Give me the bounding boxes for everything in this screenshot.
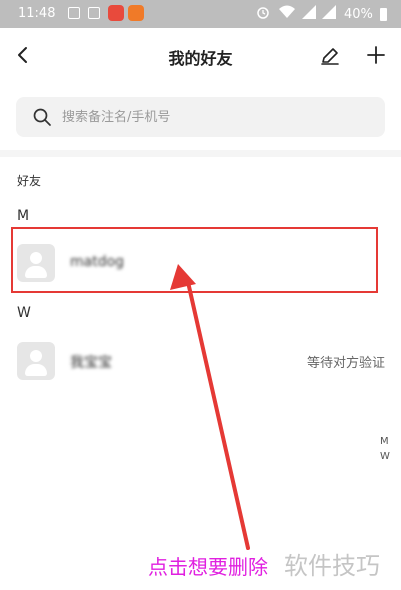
watermark: 软件技巧 [284,552,380,580]
annotation-caption: 点击想要删除 [148,555,268,579]
annotation-arrow [170,264,250,550]
